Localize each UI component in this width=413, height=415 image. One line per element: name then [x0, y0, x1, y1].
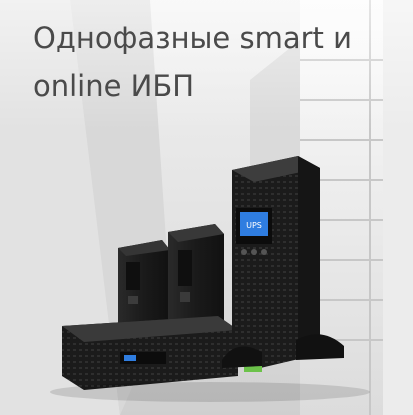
online-ups-tower: UPS	[222, 156, 344, 372]
lcd-screen-text: UPS	[246, 221, 262, 230]
category-banner-ups-single-phase[interactable]: Однофазные smart и online ИБП UPS	[0, 0, 413, 415]
ups-product-group: UPS	[50, 156, 370, 402]
rack-ups	[62, 316, 238, 390]
